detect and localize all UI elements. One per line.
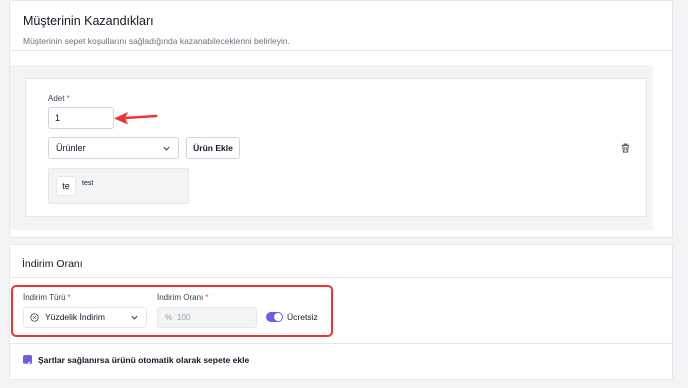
discount-type-label: İndirim Türü * [23, 293, 71, 302]
discount-rate-title: İndirim Oranı [22, 258, 83, 270]
discount-rate-placeholder: 100 [177, 313, 191, 322]
discount-type-value: Yüzdelik İndirim [45, 312, 105, 322]
gain-type-select-value: Ürünler [56, 143, 86, 153]
chevron-down-icon [163, 146, 170, 151]
gain-item-panel: Adet * 1 Ürünler Ürün Ekle te test [25, 78, 647, 217]
product-name: test [82, 180, 94, 187]
auto-add-label: Şartlar sağlanırsa ürünü otomatik olarak… [38, 355, 250, 365]
free-toggle-label: Ücretsiz [287, 312, 318, 322]
free-toggle[interactable] [266, 312, 283, 322]
gain-type-select[interactable]: Ürünler [48, 137, 179, 159]
percent-prefix: % [165, 313, 173, 322]
discount-rate-card: İndirim Oranı İndirim Türü * İndirim Oran… [9, 244, 673, 380]
divider [10, 343, 672, 344]
quantity-input[interactable]: 1 [48, 107, 114, 129]
toggle-knob [274, 313, 282, 321]
customer-gains-header: Müşterinin Kazandıkları Müşterinin sepet… [10, 1, 672, 51]
trash-icon[interactable] [621, 143, 630, 153]
discount-type-select[interactable]: Yüzdelik İndirim [23, 307, 147, 328]
customer-gains-title: Müşterinin Kazandıkları [23, 14, 154, 28]
selected-product-item: te test [48, 168, 189, 204]
discount-rate-label: İndirim Oranı * [157, 293, 209, 302]
discount-rate-input[interactable]: % 100 [157, 307, 257, 328]
discount-rate-header: İndirim Oranı [10, 245, 672, 278]
product-thumbnail: te [56, 176, 76, 196]
quantity-label: Adet * [48, 94, 70, 103]
customer-gains-subtitle: Müşterinin sepet koşullarını sağladığınd… [23, 36, 290, 46]
chevron-down-icon [131, 315, 138, 320]
auto-add-checkbox[interactable] [23, 355, 32, 367]
check-icon [24, 361, 31, 367]
percent-circle-icon [30, 313, 39, 322]
arrow-annotation-icon [114, 112, 158, 125]
add-product-button[interactable]: Ürün Ekle [186, 137, 240, 159]
